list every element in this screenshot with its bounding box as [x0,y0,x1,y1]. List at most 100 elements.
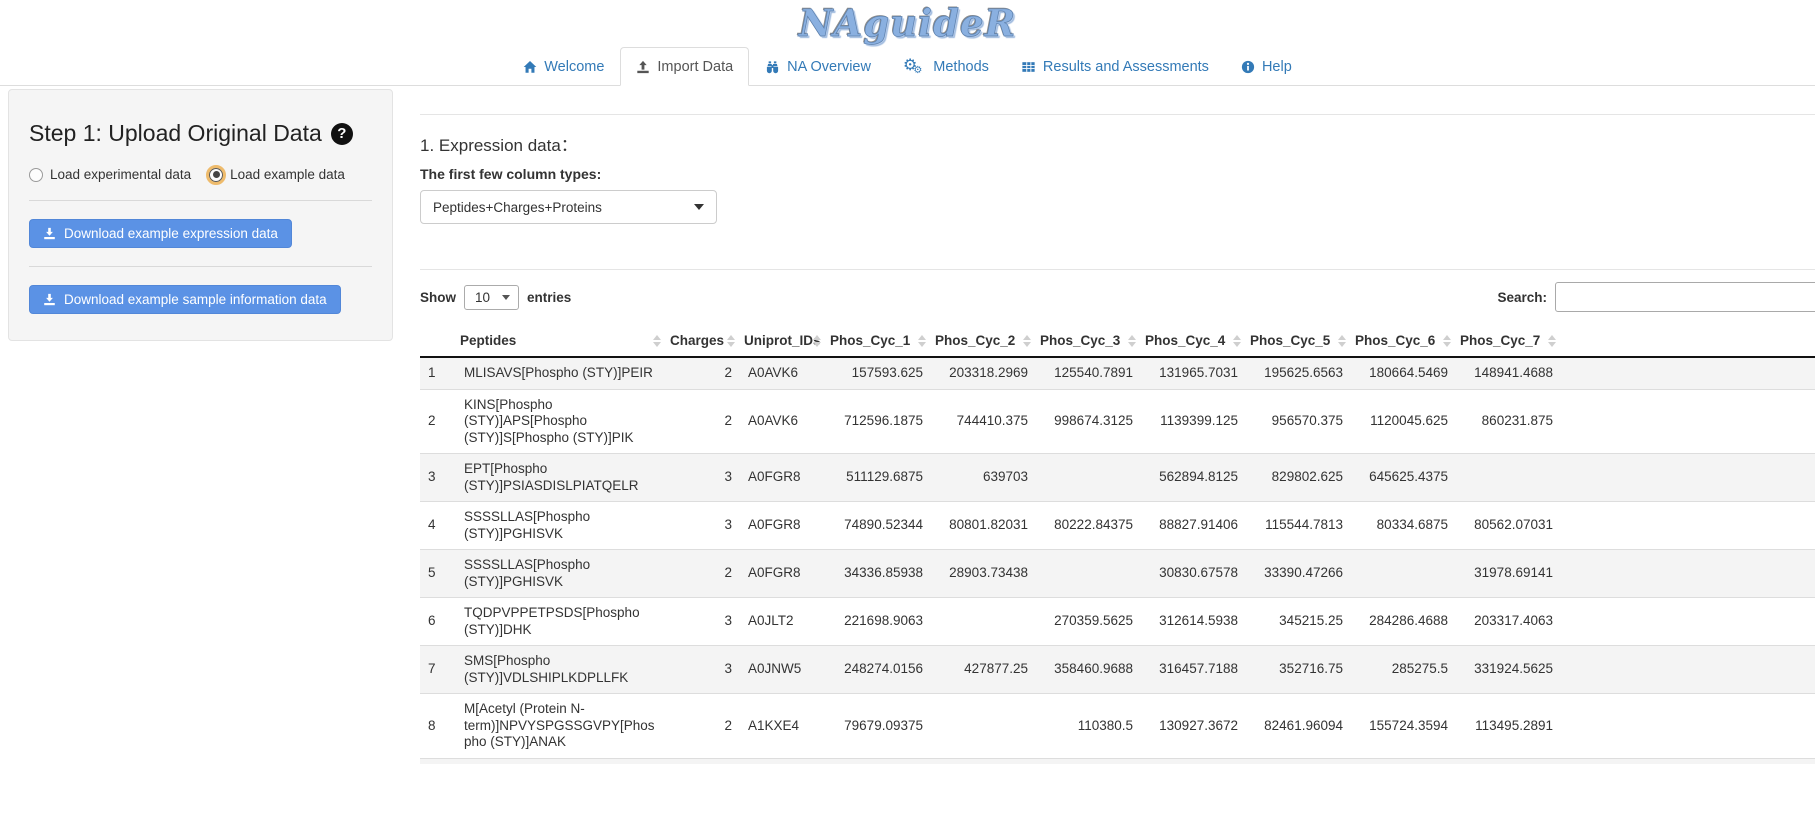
radio-circle [209,168,223,182]
cell-filler [1561,646,1815,694]
header-label: Phos_Cyc_2 [935,333,1015,348]
header-phos_cyc_3[interactable]: Phos_Cyc_3 [1036,325,1141,357]
download-expression-data-button[interactable]: Download example expression data [29,219,292,248]
expression-table: PeptidesCharges Uniprot_IDs Phos_Cyc_1 Phos… [420,325,1815,758]
cell-value: 248274.0156 [826,646,931,694]
tab-label: Welcome [544,57,604,77]
cell-peptide: SSSSLLAS[Phospho (STY)]PGHISVK [456,550,666,598]
cell-filler [1561,502,1815,550]
cell-value: 28903.73438 [931,550,1036,598]
sort-icon [1338,335,1346,347]
column-types-select[interactable]: Peptides+Charges+Proteins [420,190,717,224]
help-question-icon[interactable]: ? [331,123,353,145]
panel-title-text: Step 1: Upload Original Data [29,120,322,147]
cell-rownum: 2 [420,389,456,454]
app-logo: NAguideR [799,3,1017,43]
cell-value: 358460.9688 [1036,646,1141,694]
cell-value: 88827.91406 [1141,502,1246,550]
binoculars-icon [765,60,780,74]
cell-value: 80222.84375 [1036,502,1141,550]
entries-label: entries [527,290,571,305]
sort-icon [653,335,661,347]
radio-load-example-data[interactable]: Load example data [209,167,345,182]
tab-label: Results and Assessments [1043,57,1209,77]
header-uniprot_ids[interactable]: Uniprot_IDs [740,325,826,357]
cell-value: 270359.5625 [1036,598,1141,646]
header-peptides[interactable]: Peptides [456,325,666,357]
sort-icon [1128,335,1136,347]
tab-help[interactable]: Help [1225,47,1308,86]
tab-results-assessments[interactable]: Results and Assessments [1005,47,1225,86]
page-length-select[interactable]: 10 [464,285,519,310]
table-row: 6TQDPVPPETPSDS[Phospho (STY)]DHK3A0JLT22… [420,598,1815,646]
cell-uniprot: A0FGR8 [740,550,826,598]
cell-value [1036,454,1141,502]
data-source-radios: Load experimental data Load example data [29,167,372,182]
datatable-controls: Show 10 entries Search: [420,282,1815,312]
radio-load-experimental-data[interactable]: Load experimental data [29,167,191,182]
table-icon [1021,60,1036,74]
header-rownum [420,325,456,357]
header-phos_cyc_4[interactable]: Phos_Cyc_4 [1141,325,1246,357]
header-charges[interactable]: Charges [666,325,740,357]
cell-value [931,694,1036,758]
cell-peptide: TQDPVPPETPSDS[Phospho (STY)]DHK [456,598,666,646]
cell-value: 562894.8125 [1141,454,1246,502]
header-phos_cyc_7[interactable]: Phos_Cyc_7 [1456,325,1561,357]
sort-icon [813,335,821,347]
cell-value: 74890.52344 [826,502,931,550]
cell-value: 645625.4375 [1351,454,1456,502]
cell-value: 511129.6875 [826,454,931,502]
table-row: 7SMS[Phospho (STY)]VDLSHIPLKDPLLFK3A0JNW… [420,646,1815,694]
header-label: Phos_Cyc_5 [1250,333,1330,348]
header-phos_cyc_2[interactable]: Phos_Cyc_2 [931,325,1036,357]
cell-rownum: 6 [420,598,456,646]
cell-value [1036,550,1141,598]
tab-methods[interactable]: ⚙⚙ Methods [887,47,1005,86]
cell-value: 829802.625 [1246,454,1351,502]
header-label: Uniprot_IDs [744,333,821,348]
cell-value [931,598,1036,646]
cell-filler [1561,550,1815,598]
cell-value: 312614.5938 [1141,598,1246,646]
cell-value: 31978.69141 [1456,550,1561,598]
cell-filler [1561,357,1815,389]
header-phos_cyc_6[interactable]: Phos_Cyc_6 [1351,325,1456,357]
cell-value: 82461.96094 [1246,694,1351,758]
table-row: 1MLISAVS[Phospho (STY)]PEIR2A0AVK6157593… [420,357,1815,389]
download-sample-information-button[interactable]: Download example sample information data [29,285,341,314]
upload-icon [636,60,650,74]
cell-charge: 2 [666,694,740,758]
column-types-label: The first few column types: [420,166,1815,182]
cell-uniprot: A0JNW5 [740,646,826,694]
tab-welcome[interactable]: Welcome [507,47,620,86]
cell-value: 148941.4688 [1456,357,1561,389]
cell-value [1351,550,1456,598]
header-label: Phos_Cyc_7 [1460,333,1540,348]
tab-na-overview[interactable]: NA Overview [749,47,887,86]
cell-value: 80334.6875 [1351,502,1456,550]
expression-datatable: Show 10 entries Search: [420,282,1815,764]
search-control: Search: [1497,282,1815,312]
cell-value: 79679.09375 [826,694,931,758]
cell-value: 284286.4688 [1351,598,1456,646]
cell-charge: 3 [666,598,740,646]
chevron-down-icon [694,204,704,210]
header-label: Phos_Cyc_6 [1355,333,1435,348]
cell-peptide: KINS[Phospho (STY)]APS[Phospho (STY)]S[P… [456,389,666,454]
cell-peptide: SMS[Phospho (STY)]VDLSHIPLKDPLLFK [456,646,666,694]
cell-charge: 2 [666,357,740,389]
cell-value: 427877.25 [931,646,1036,694]
cell-rownum: 3 [420,454,456,502]
cell-value: 221698.9063 [826,598,931,646]
header-phos_cyc_5[interactable]: Phos_Cyc_5 [1246,325,1351,357]
cell-charge: 3 [666,646,740,694]
search-input[interactable] [1555,282,1815,312]
main-content: 1. Expression data： The first few column… [420,89,1815,764]
header-phos_cyc_1[interactable]: Phos_Cyc_1 [826,325,931,357]
page-length-value: 10 [475,290,490,305]
cell-value: 203318.2969 [931,357,1036,389]
tab-import-data[interactable]: Import Data [620,47,749,86]
cell-charge: 2 [666,389,740,454]
next-row-sliver [420,758,1815,764]
